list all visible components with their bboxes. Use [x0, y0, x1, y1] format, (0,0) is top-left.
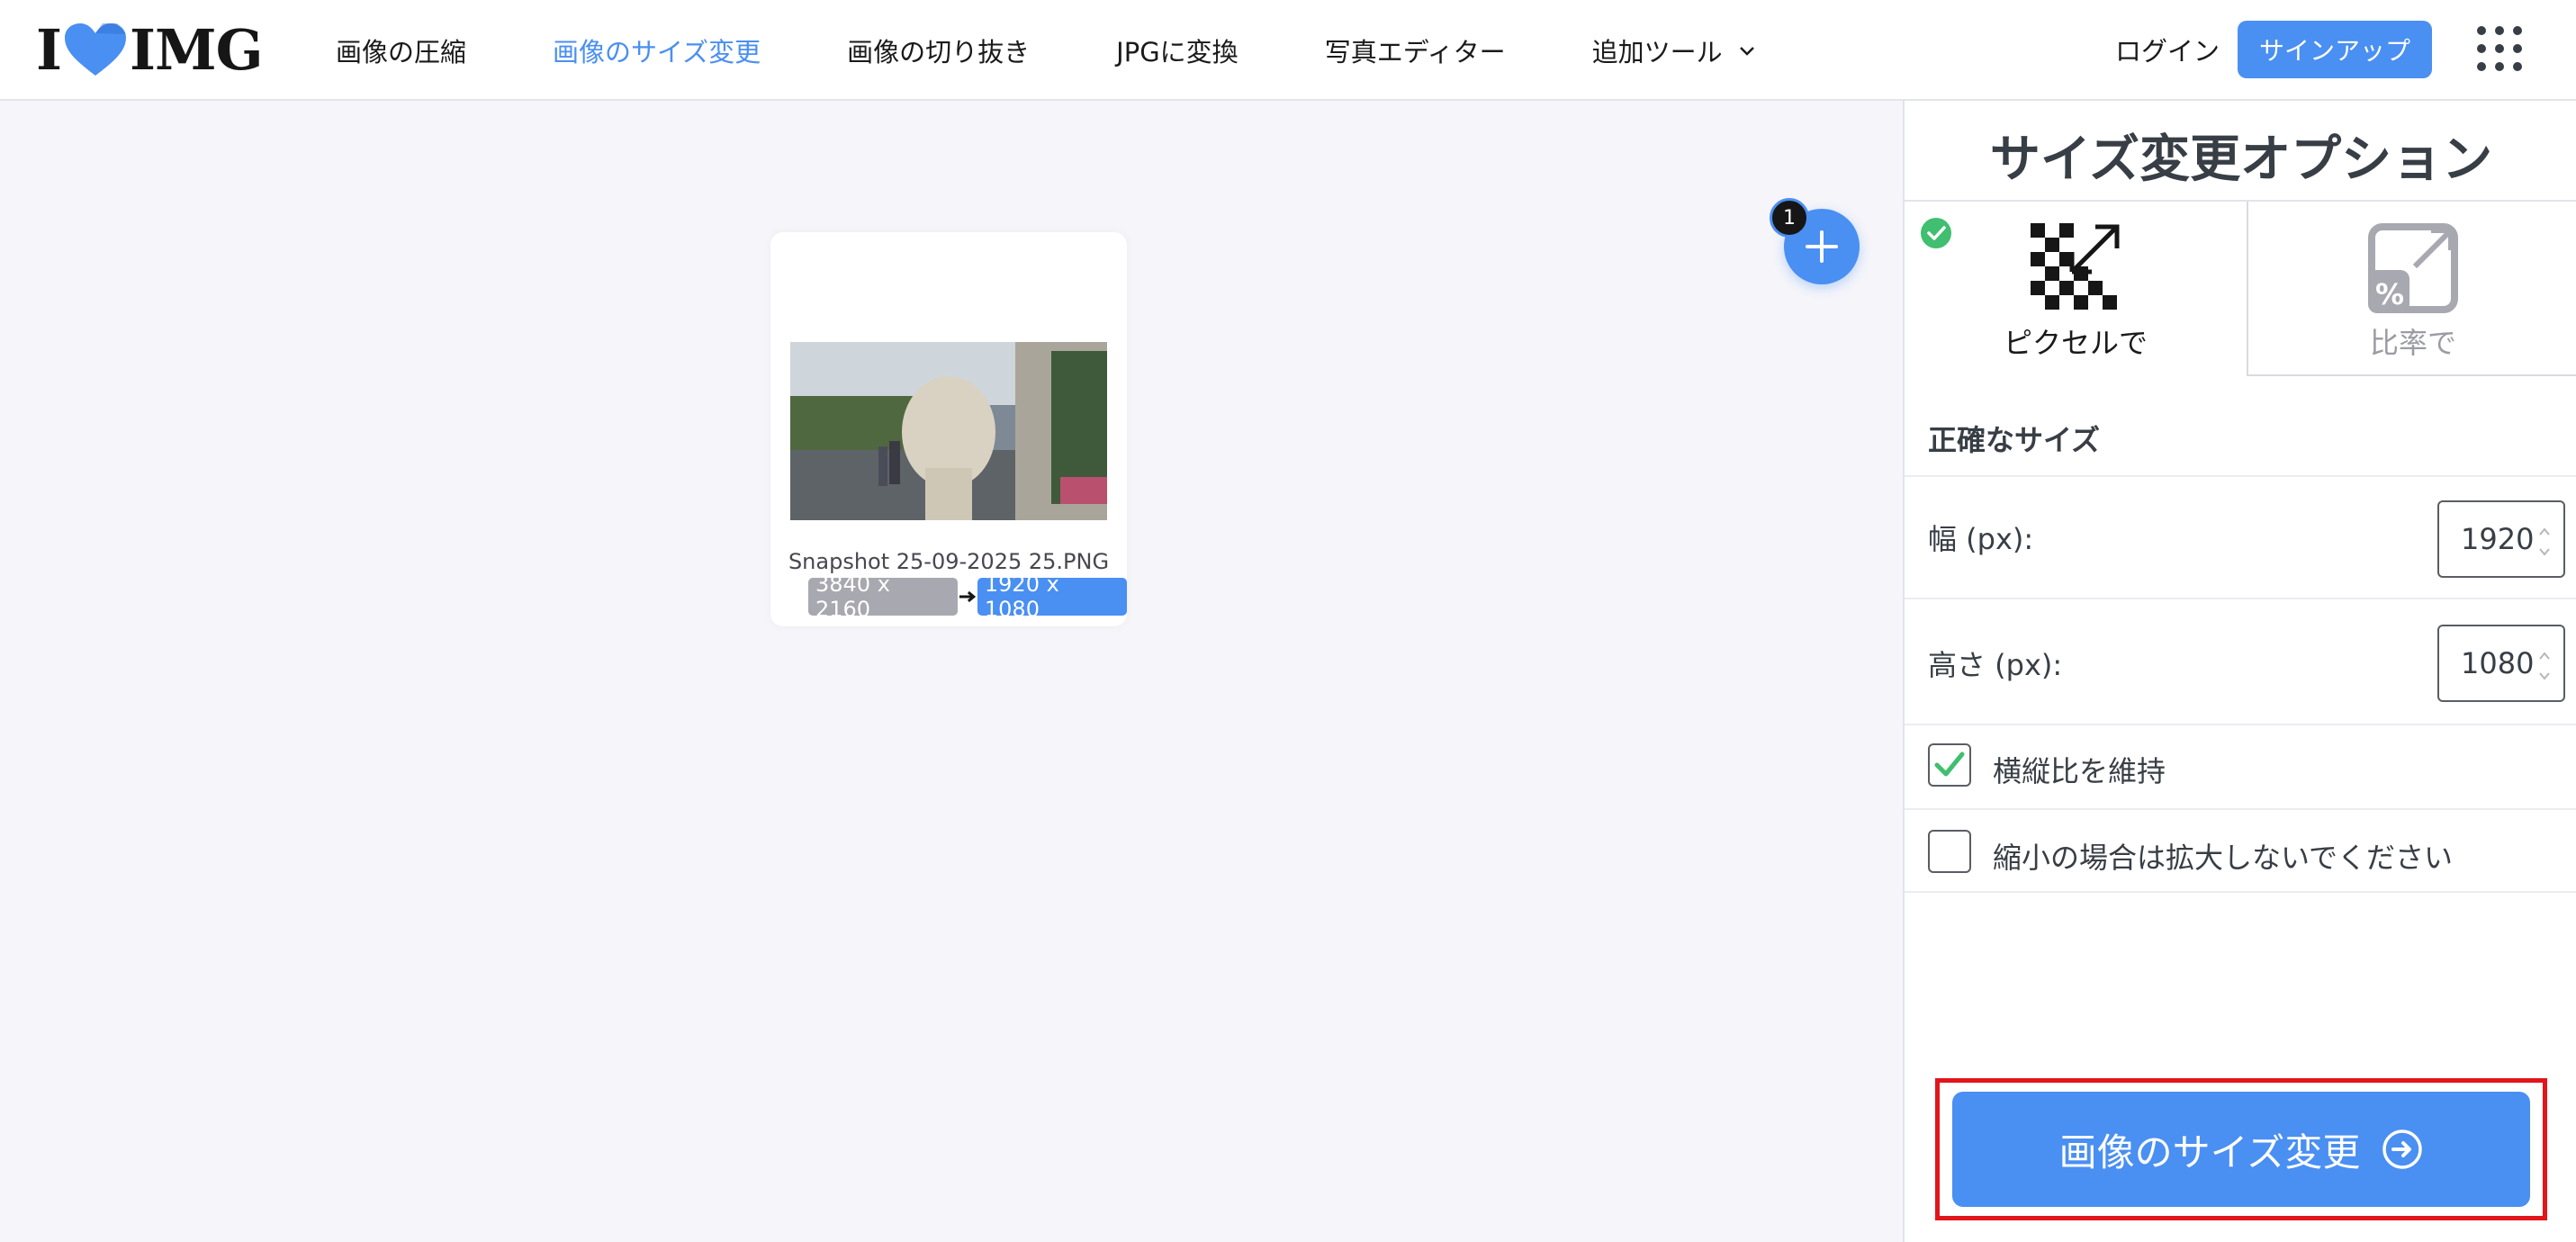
resize-mode-tabs: ピクセルで % 比率で: [1905, 200, 2576, 376]
signup-button[interactable]: サインアップ: [2238, 21, 2432, 78]
login-link[interactable]: ログイン: [2115, 31, 2220, 68]
height-label: 高さ (px):: [1928, 648, 2063, 682]
width-row: 幅 (px): 1920: [1905, 475, 2576, 598]
ilovimg-logo[interactable]: I IMG: [36, 17, 264, 83]
logo-text-right: IMG: [130, 16, 264, 83]
nav-label: 画像の切り抜き: [847, 37, 1031, 68]
exact-size-heading: 正確なサイズ: [1928, 423, 2101, 457]
plus-icon: [1806, 230, 1838, 263]
chevron-down-icon: [1739, 47, 1754, 56]
tab-by-pixels[interactable]: ピクセルで: [1905, 202, 2247, 376]
nav-label: 画像の圧縮: [336, 37, 467, 68]
spinner-arrows-icon[interactable]: [2536, 522, 2553, 562]
top-header: I IMG 画像の圧縮 画像のサイズ変更 画像の切り抜き JPGに変換 写真エデ…: [0, 0, 2576, 101]
width-input[interactable]: 1920: [2437, 500, 2565, 578]
new-size-badge: 1920 x 1080: [977, 572, 1127, 622]
nav-resize[interactable]: 画像のサイズ変更: [553, 32, 761, 69]
photo-preview-icon: [790, 342, 1107, 520]
no-enlarge-row: 縮小の場合は拡大しないでください: [1905, 808, 2576, 893]
width-value: 1920: [2461, 522, 2533, 556]
resize-options-sidebar: サイズ変更オプション ピクセルで % 比率で 正確なサイズ 幅 (px): 19…: [1903, 101, 2576, 1242]
keep-ratio-row: 横縦比を維持: [1905, 724, 2576, 808]
svg-text:%: %: [2375, 277, 2404, 311]
checkmark-icon: [1934, 752, 1965, 777]
nav-crop[interactable]: 画像の切り抜き: [847, 32, 1030, 69]
file-name: Snapshot 25-09-2025 25.PNG: [788, 549, 1110, 574]
workspace: Snapshot 25-09-2025 25.PNG 3840 x 2160 1…: [0, 101, 1903, 1242]
nav-convert-jpg[interactable]: JPGに変換: [1116, 32, 1238, 69]
check-circle-icon: [1921, 218, 1951, 248]
original-size-badge: 3840 x 2160: [808, 572, 959, 622]
width-label: 幅 (px):: [1928, 522, 2034, 556]
apps-grid-icon[interactable]: [2475, 24, 2524, 73]
spinner-arrows-icon[interactable]: [2536, 646, 2553, 686]
resize-images-button[interactable]: 画像のサイズ変更: [1952, 1092, 2530, 1207]
logo-text-left: I: [36, 16, 62, 83]
nav-label: 写真エディター: [1324, 37, 1506, 68]
no-enlarge-label: 縮小の場合は拡大しないでください: [1993, 841, 2454, 875]
image-thumbnail: [790, 342, 1107, 520]
resize-button-highlight: 画像のサイズ変更: [1935, 1078, 2547, 1220]
nav-more-tools[interactable]: 追加ツール: [1592, 32, 1757, 69]
file-count-badge: 1: [1770, 198, 1809, 238]
height-input[interactable]: 1080: [2437, 625, 2565, 702]
size-change-indicator: 3840 x 2160 1920 x 1080: [808, 572, 1127, 622]
no-enlarge-checkbox[interactable]: [1928, 830, 1971, 873]
file-card[interactable]: Snapshot 25-09-2025 25.PNG 3840 x 2160 1…: [770, 232, 1127, 626]
nav-label: 追加ツール: [1591, 37, 1723, 68]
keep-ratio-checkbox[interactable]: [1928, 743, 1971, 787]
percentage-resize-icon: %: [2368, 223, 2458, 313]
tab-label: ピクセルで: [2003, 326, 2148, 360]
arrow-circle-right-icon: [2382, 1130, 2423, 1169]
tab-label: 比率で: [2369, 326, 2456, 360]
height-row: 高さ (px): 1080: [1905, 598, 2576, 724]
resize-button-label: 画像のサイズ変更: [2058, 1130, 2361, 1174]
nav-label: 画像のサイズ変更: [553, 37, 761, 68]
heart-icon: [65, 23, 127, 76]
nav-label: JPGに変換: [1116, 37, 1238, 68]
keep-ratio-label: 横縦比を維持: [1993, 754, 2166, 788]
nav-compress[interactable]: 画像の圧縮: [336, 32, 466, 69]
pixels-icon: [2031, 223, 2120, 310]
height-value: 1080: [2461, 646, 2533, 680]
arrow-right-icon: [959, 590, 977, 603]
main-nav: 画像の圧縮 画像のサイズ変更 画像の切り抜き JPGに変換 写真エディター 追加…: [336, 25, 1843, 76]
tab-by-percentage[interactable]: % 比率で: [2247, 202, 2576, 376]
nav-photo-editor[interactable]: 写真エディター: [1325, 32, 1506, 69]
sidebar-title: サイズ変更オプション: [1989, 130, 2493, 189]
